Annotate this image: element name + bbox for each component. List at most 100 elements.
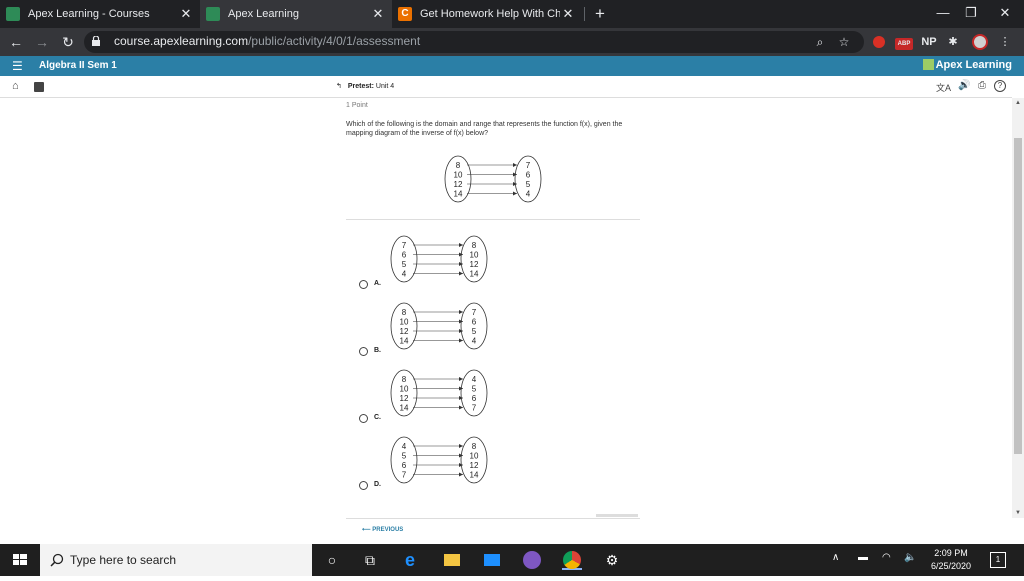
option-b-diagram: 8 7 10 6 12 5 14 4: [390, 302, 488, 350]
minimize-icon[interactable]: —: [928, 0, 958, 28]
wifi-icon[interactable]: ◠: [882, 552, 891, 563]
option-d-arrowhead: [459, 472, 463, 477]
option-a-range-value: 8: [472, 241, 477, 250]
hamburger-menu-icon[interactable]: ☰: [12, 59, 23, 73]
battery-icon[interactable]: ▬: [858, 552, 868, 563]
question-domain-value: 12: [454, 180, 463, 189]
page-scrollbar[interactable]: ▲ ▼: [1012, 98, 1024, 518]
task-view-icon[interactable]: ⧉: [360, 550, 380, 570]
option-c-range-value: 6: [472, 394, 477, 403]
course-title: Algebra II Sem 1: [39, 60, 117, 71]
question-range-value: 6: [526, 171, 531, 180]
scroll-up-icon[interactable]: ▲: [1012, 98, 1024, 108]
action-center-icon[interactable]: 1: [990, 552, 1006, 568]
option-b-range-value: 6: [472, 318, 477, 327]
adblock-icon[interactable]: ABP: [894, 33, 914, 51]
option-c-label[interactable]: C.: [374, 414, 381, 421]
profile-initials[interactable]: NP: [920, 33, 938, 51]
option-b-radio[interactable]: [359, 347, 368, 356]
help-icon[interactable]: ?: [994, 80, 1006, 92]
notification-count: 1: [995, 555, 1001, 564]
apex-logo-icon: [922, 59, 934, 70]
taskbar-search[interactable]: Type here to search: [40, 544, 312, 576]
option-a-domain-value: 6: [402, 251, 407, 260]
browser-menu-icon[interactable]: ⋮: [998, 33, 1012, 51]
close-icon[interactable]: ✕: [560, 6, 576, 22]
breadcrumb[interactable]: ↰ Pretest: Unit 4: [336, 82, 394, 90]
previous-button[interactable]: ⟵ PREVIOUS: [362, 526, 403, 533]
option-b-domain-value: 10: [400, 318, 409, 327]
briefcase-icon[interactable]: [34, 82, 44, 92]
apex-favicon-icon: [206, 7, 220, 21]
start-button[interactable]: [0, 544, 40, 576]
option-c-radio[interactable]: [359, 414, 368, 423]
option-d-domain-value: 5: [402, 452, 407, 461]
option-b-domain-value: 12: [400, 327, 409, 336]
home-icon[interactable]: ⌂: [12, 80, 19, 92]
back-return-icon: ↰: [336, 83, 342, 90]
translate-icon[interactable]: 文A: [936, 81, 951, 94]
back-arrow-icon[interactable]: ←: [6, 32, 26, 52]
bookmark-star-icon[interactable]: ☆: [836, 34, 852, 50]
tray-chevron-up-icon[interactable]: ∧: [832, 552, 839, 563]
url-text: course.apexlearning.com/public/activity/…: [114, 34, 420, 48]
option-a-label[interactable]: A.: [374, 280, 381, 287]
window-close-icon[interactable]: ✕: [990, 0, 1020, 28]
question-arrowhead: [513, 191, 517, 196]
address-bar[interactable]: course.apexlearning.com/public/activity/…: [84, 31, 864, 53]
option-b-arrowhead: [459, 338, 463, 343]
option-c-range-value: 5: [472, 385, 477, 394]
tab-apex-learning[interactable]: Apex Learning ✕: [200, 0, 392, 28]
extension-shield-icon[interactable]: [522, 550, 542, 570]
option-d-radio[interactable]: [359, 481, 368, 490]
close-icon[interactable]: ✕: [370, 6, 386, 22]
option-d-label[interactable]: D.: [374, 481, 381, 488]
restore-icon[interactable]: ❐: [956, 0, 986, 28]
option-c-domain-value: 14: [400, 404, 409, 413]
arrow-left-icon: ⟵: [362, 527, 373, 533]
new-tab-button[interactable]: +: [591, 4, 609, 24]
option-b-range-value: 7: [472, 308, 477, 317]
read-aloud-icon[interactable]: 🔊: [958, 80, 970, 91]
cortana-icon[interactable]: ○: [322, 550, 342, 570]
option-b-domain-value: 8: [402, 308, 407, 317]
option-b-label[interactable]: B.: [374, 347, 381, 354]
tab-chegg[interactable]: C Get Homework Help With Chegg ✕: [392, 0, 582, 28]
option-a-domain-value: 5: [402, 260, 407, 269]
zoom-search-icon[interactable]: ⌕: [812, 34, 828, 50]
url-path: /public/activity/4/0/1/assessment: [248, 34, 421, 48]
clock-time: 2:09 PM: [934, 548, 968, 558]
extension-red-icon[interactable]: [872, 33, 886, 51]
chrome-icon[interactable]: [562, 550, 582, 570]
question-range-value: 5: [526, 180, 531, 189]
question-domain-value: 14: [454, 190, 463, 199]
reload-icon[interactable]: ↻: [58, 32, 78, 52]
option-a-arrowhead: [459, 243, 463, 247]
question-divider: [346, 219, 640, 220]
volume-icon[interactable]: 🔈: [904, 552, 916, 563]
option-c-diagram: 8 4 10 5 12 6 14 7: [390, 369, 488, 417]
browser-toolbar: ← → ↻ course.apexlearning.com/public/act…: [0, 28, 1024, 56]
scroll-down-icon[interactable]: ▼: [1012, 508, 1024, 518]
settings-gear-icon[interactable]: ⚙: [602, 550, 622, 570]
scroll-thumb[interactable]: [1014, 138, 1022, 454]
print-icon[interactable]: ⎙: [978, 80, 986, 91]
url-host: course.apexlearning.com: [114, 34, 249, 48]
extensions-puzzle-icon[interactable]: ✱: [946, 33, 960, 51]
option-a-radio[interactable]: [359, 280, 368, 289]
tab-apex-courses[interactable]: Apex Learning - Courses ✕: [0, 0, 200, 28]
apex-brand-text: Apex Learning: [935, 59, 1012, 71]
file-explorer-icon[interactable]: [442, 550, 462, 570]
option-d-arrowhead: [459, 444, 463, 448]
mail-icon[interactable]: [482, 550, 502, 570]
option-d-domain-value: 6: [402, 461, 407, 470]
close-icon[interactable]: ✕: [178, 6, 194, 22]
avatar[interactable]: [970, 33, 990, 51]
option-d-domain-value: 7: [402, 471, 407, 480]
option-d-domain-value: 4: [402, 442, 407, 451]
edge-icon[interactable]: e: [400, 550, 420, 570]
option-c-arrowhead: [459, 377, 463, 381]
breadcrumb-label: Pretest:: [347, 83, 374, 90]
system-clock[interactable]: 2:09 PM 6/25/2020: [920, 547, 982, 573]
forward-arrow-icon[interactable]: →: [32, 32, 52, 52]
